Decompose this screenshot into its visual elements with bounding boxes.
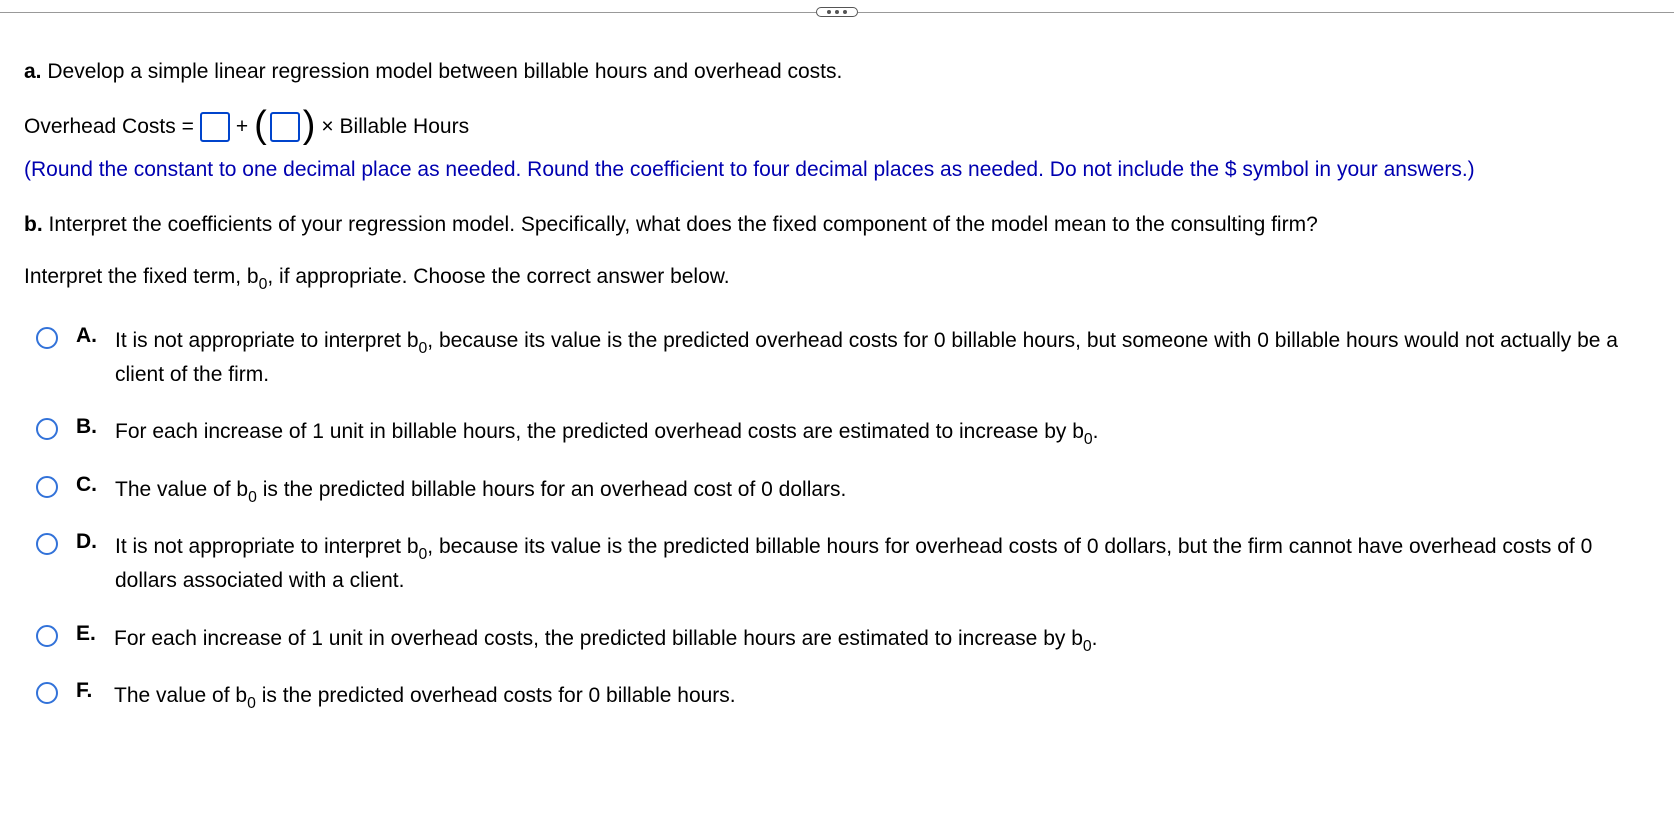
rounding-instruction: (Round the constant to one decimal place… bbox=[24, 154, 1650, 186]
equation-rhs: × Billable Hours bbox=[321, 115, 469, 139]
equation-plus: + bbox=[236, 115, 248, 139]
right-paren-icon: ) bbox=[303, 106, 316, 144]
option-label: D. bbox=[76, 530, 97, 554]
subscript: 0 bbox=[1084, 431, 1093, 448]
divider-line-left bbox=[0, 12, 816, 13]
equation-lhs: Overhead Costs = bbox=[24, 115, 194, 139]
subscript: 0 bbox=[247, 695, 256, 712]
option-text: For each increase of 1 unit in billable … bbox=[115, 415, 1099, 449]
dot-icon bbox=[843, 10, 847, 14]
options-list: A. It is not appropriate to interpret b0,… bbox=[24, 324, 1650, 713]
text-segment: is the predicted billable hours for an o… bbox=[257, 478, 847, 501]
subscript: 0 bbox=[248, 489, 257, 506]
part-a-letter: a. bbox=[24, 60, 42, 83]
option-text: The value of b0 is the predicted overhea… bbox=[114, 679, 736, 713]
option-label: F. bbox=[76, 679, 96, 703]
text-segment: . bbox=[1092, 627, 1098, 650]
part-a-prompt: a. Develop a simple linear regression mo… bbox=[24, 56, 1650, 88]
option-radio-a[interactable] bbox=[36, 327, 58, 349]
coefficient-group: ( ) bbox=[254, 108, 315, 146]
subprompt-pre: Interpret the fixed term, b bbox=[24, 265, 259, 288]
text-segment: It is not appropriate to interpret b bbox=[115, 535, 419, 558]
subprompt-post: , if appropriate. Choose the correct ans… bbox=[267, 265, 729, 288]
text-segment: It is not appropriate to interpret b bbox=[115, 329, 419, 352]
part-a-text: Develop a simple linear regression model… bbox=[42, 60, 843, 83]
equation-row: Overhead Costs = + ( ) × Billable Hours bbox=[24, 108, 1650, 146]
more-options-button[interactable] bbox=[816, 7, 858, 17]
divider-line-right bbox=[858, 12, 1674, 13]
option-row: D. It is not appropriate to interpret b0,… bbox=[24, 530, 1650, 597]
subscript: 0 bbox=[419, 546, 428, 563]
dot-icon bbox=[835, 10, 839, 14]
part-b-subprompt: Interpret the fixed term, b0, if appropr… bbox=[24, 261, 1650, 293]
option-text: The value of b0 is the predicted billabl… bbox=[115, 473, 846, 507]
option-radio-f[interactable] bbox=[36, 682, 58, 704]
constant-input[interactable] bbox=[200, 112, 230, 142]
subprompt-subscript: 0 bbox=[259, 276, 268, 293]
top-divider bbox=[0, 0, 1674, 24]
text-segment: For each increase of 1 unit in overhead … bbox=[114, 627, 1083, 650]
part-b-prompt: b. Interpret the coefficients of your re… bbox=[24, 209, 1650, 241]
text-segment: The value of b bbox=[114, 684, 247, 707]
option-row: A. It is not appropriate to interpret b0,… bbox=[24, 324, 1650, 391]
option-label: B. bbox=[76, 415, 97, 439]
left-paren-icon: ( bbox=[254, 106, 267, 144]
option-radio-d[interactable] bbox=[36, 533, 58, 555]
option-row: F. The value of b0 is the predicted overh… bbox=[24, 679, 1650, 713]
text-segment: For each increase of 1 unit in billable … bbox=[115, 420, 1084, 443]
option-radio-e[interactable] bbox=[36, 625, 58, 647]
option-row: B. For each increase of 1 unit in billabl… bbox=[24, 415, 1650, 449]
option-label: A. bbox=[76, 324, 97, 348]
option-radio-c[interactable] bbox=[36, 476, 58, 498]
option-text: It is not appropriate to interpret b0, b… bbox=[115, 530, 1650, 597]
option-text: For each increase of 1 unit in overhead … bbox=[114, 622, 1098, 656]
part-b-letter: b. bbox=[24, 213, 43, 236]
option-radio-b[interactable] bbox=[36, 418, 58, 440]
coefficient-input[interactable] bbox=[270, 112, 300, 142]
option-text: It is not appropriate to interpret b0, b… bbox=[115, 324, 1650, 391]
part-b-text: Interpret the coefficients of your regre… bbox=[43, 213, 1318, 236]
text-segment: is the predicted overhead costs for 0 bi… bbox=[256, 684, 736, 707]
option-row: E. For each increase of 1 unit in overhea… bbox=[24, 622, 1650, 656]
subscript: 0 bbox=[1083, 638, 1092, 655]
dot-icon bbox=[827, 10, 831, 14]
option-label: C. bbox=[76, 473, 97, 497]
text-segment: The value of b bbox=[115, 478, 248, 501]
subscript: 0 bbox=[419, 340, 428, 357]
question-content: a. Develop a simple linear regression mo… bbox=[0, 56, 1674, 713]
text-segment: . bbox=[1093, 420, 1099, 443]
option-label: E. bbox=[76, 622, 96, 646]
option-row: C. The value of b0 is the predicted billa… bbox=[24, 473, 1650, 507]
